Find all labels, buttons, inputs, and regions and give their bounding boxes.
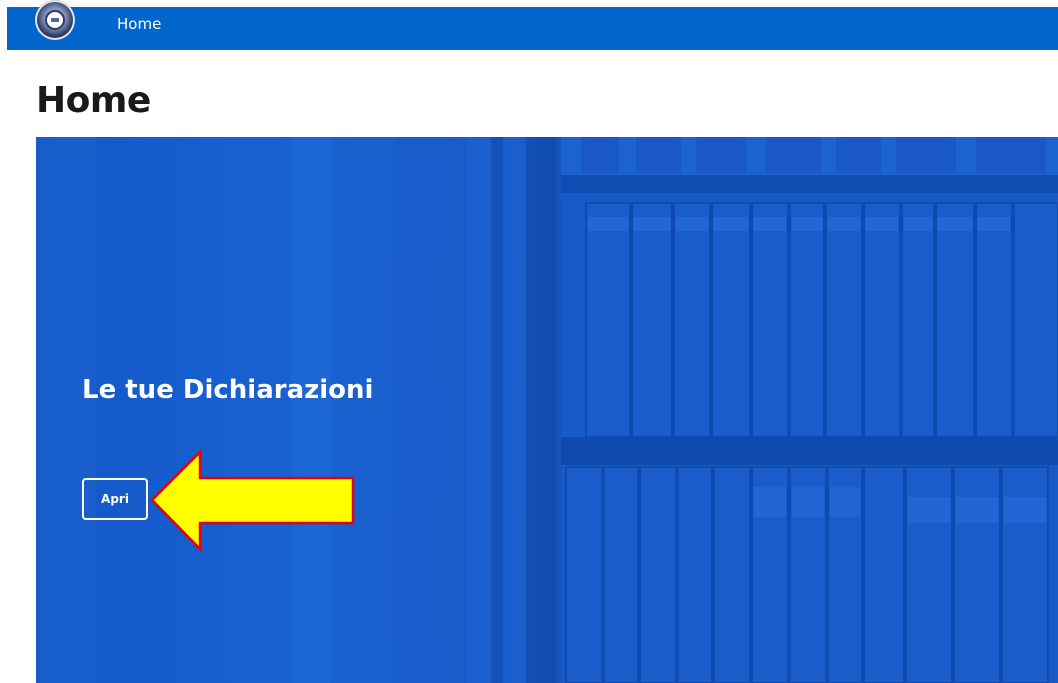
hero-title: Le tue Dichiarazioni: [82, 375, 374, 405]
nav-home-link[interactable]: Home: [117, 15, 161, 33]
seal-emblem: [45, 10, 65, 30]
header-bar: Home: [7, 0, 1058, 50]
open-button[interactable]: Apri: [82, 478, 148, 520]
hero-banner: Le tue Dichiarazioni Apri: [36, 137, 1058, 683]
yellow-arrow-pointing-left-icon: [150, 450, 355, 553]
page-title: Home: [36, 80, 151, 121]
top-header: Home: [0, 0, 1058, 50]
university-seal-icon[interactable]: [35, 0, 75, 40]
bookshelf-image: [36, 137, 1058, 683]
